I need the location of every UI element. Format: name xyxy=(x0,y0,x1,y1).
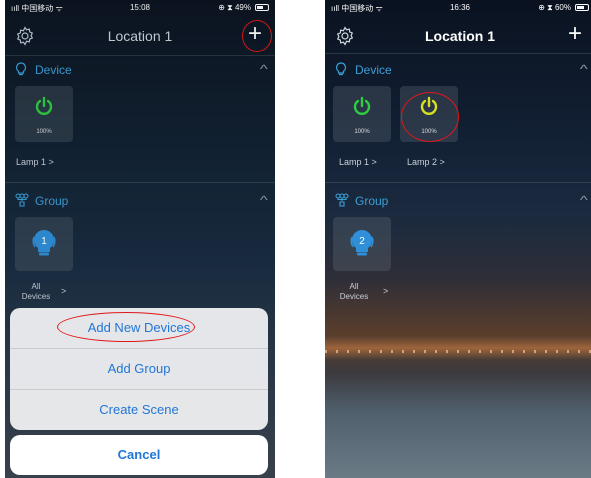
battery-text: ⊕ ⧗ 60% xyxy=(538,3,571,12)
device-percent: 100% xyxy=(354,129,370,135)
group-section-title: Group xyxy=(355,194,389,208)
divider xyxy=(325,53,591,54)
device-tile-lamp-1[interactable]: 100% xyxy=(333,86,391,142)
divider xyxy=(325,182,591,183)
bulb-outline-icon xyxy=(335,62,347,79)
horizon-glow xyxy=(325,336,591,360)
city-lights xyxy=(325,350,591,353)
chevron-up-icon[interactable]: ^ xyxy=(580,62,588,76)
cancel-button[interactable]: Cancel xyxy=(10,435,268,475)
group-section-header[interactable]: Group ^ xyxy=(325,191,591,213)
add-group-button[interactable]: Add Group xyxy=(10,349,268,390)
chevron-up-icon[interactable]: ^ xyxy=(580,193,588,207)
device-section-header[interactable]: Device ^ xyxy=(325,60,591,82)
action-label: Add Group xyxy=(107,361,171,376)
device-label[interactable]: Lamp 2 > xyxy=(407,157,445,167)
group-icon xyxy=(335,193,349,210)
nav-bar: Location 1 + xyxy=(325,20,591,52)
action-label: Create Scene xyxy=(99,402,179,417)
phone-screen-right: ııll 中国移动 ᯤ 16:36 ⊕ ⧗ 60% Location 1 + D… xyxy=(325,0,591,478)
device-label[interactable]: Lamp 1 > xyxy=(339,157,377,167)
plus-icon[interactable]: + xyxy=(563,22,587,48)
page-title: Location 1 xyxy=(424,28,495,44)
power-icon[interactable] xyxy=(352,96,372,116)
device-section-title: Device xyxy=(355,63,392,77)
highlight-oval xyxy=(401,92,459,142)
create-scene-button[interactable]: Create Scene xyxy=(10,390,268,430)
group-number: 2 xyxy=(359,236,365,247)
group-tile[interactable]: 2 xyxy=(333,217,391,271)
status-bar: ııll 中国移动 ᯤ 16:36 ⊕ ⧗ 60% xyxy=(331,2,589,14)
highlight-oval xyxy=(57,312,195,342)
phone-screen-left: ııll 中国移动 ᯤ 15:08 ⊕ ⧗ 49% Location 1 + D… xyxy=(5,0,275,478)
group-label[interactable]: All Devices xyxy=(334,282,374,302)
group-arrow[interactable]: > xyxy=(383,286,388,296)
battery-icon xyxy=(575,4,589,11)
